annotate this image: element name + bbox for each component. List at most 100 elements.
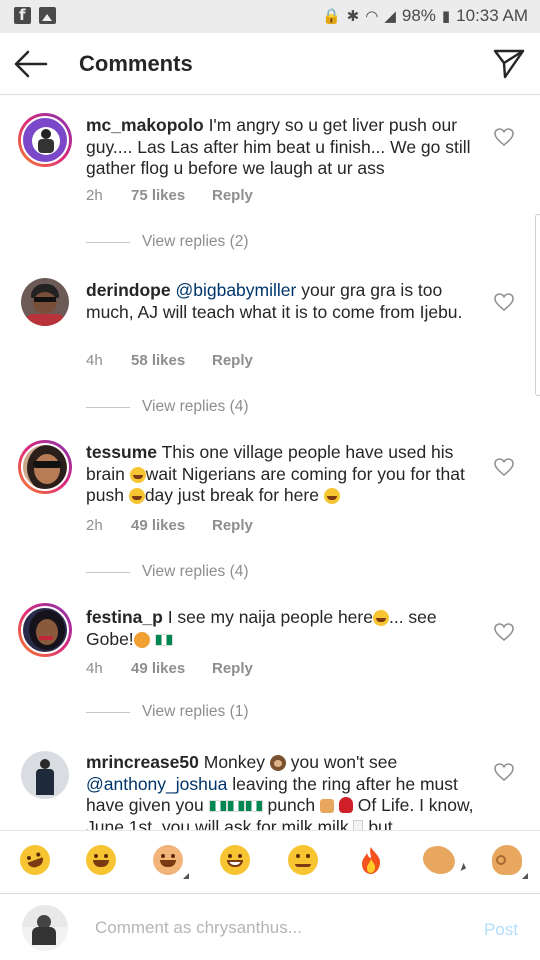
nigeria-flag-icon [226,800,245,812]
wifi-icon: ◠ [365,7,379,25]
avatar[interactable] [18,113,72,167]
reply-button[interactable]: Reply [212,352,253,369]
comment-text: derindope @bigbabymiller your gra gra is… [86,280,486,323]
reply-button[interactable]: Reply [212,660,253,677]
post-button[interactable]: Post [484,920,518,940]
fire-emoji-icon[interactable] [356,845,386,875]
like-heart-icon[interactable] [494,763,514,781]
comment-time: 2h [86,517,103,534]
nigeria-flag-icon [208,800,227,812]
comment-body: punch [267,795,316,815]
angry-face-emoji-icon [133,631,150,648]
nigeria-flag-icon [154,633,173,646]
rolling-laughing-emoji-icon[interactable] [15,840,55,880]
mention-link[interactable]: @bigbabymiller [175,280,296,300]
comment-meta: 4h 58 likes Reply [86,352,253,369]
joy-emoji-icon[interactable] [86,845,116,875]
like-heart-icon[interactable] [494,623,514,641]
comment-likes[interactable]: 49 likes [131,660,212,677]
back-arrow-icon[interactable] [12,47,50,81]
grinning-sweat-emoji-icon[interactable] [153,845,189,879]
woozy-face-emoji-icon[interactable] [288,845,318,875]
comment-body: but [368,816,393,831]
comment-username[interactable]: tessume [86,442,157,462]
variant-indicator [522,873,528,879]
clock: 10:33 AM [456,6,528,25]
bluetooth-icon: ✱ [346,7,360,25]
emoji-quick-bar [0,830,540,893]
scroll-indicator[interactable] [535,214,540,396]
fist-emoji-icon [320,799,335,813]
view-replies-label: View replies (4) [142,563,249,580]
image-notification-icon [39,7,56,24]
replies-divider [86,406,130,408]
beaming-grin-emoji-icon[interactable] [220,845,250,875]
battery-icon: ▮ [441,7,451,25]
avatar[interactable] [21,278,69,326]
variant-indicator [183,873,189,879]
comment-likes[interactable]: 49 likes [131,517,212,534]
reply-button[interactable]: Reply [212,187,253,204]
current-user-avatar [22,905,68,951]
comment-composer: Post [0,893,540,960]
comment-likes[interactable]: 58 likes [131,352,212,369]
grinning-sweat-emoji-icon [323,488,340,504]
comment-input[interactable] [95,918,455,938]
battery-percent: 98% [401,6,436,25]
comment-body: Monkey [203,752,266,772]
comment-username[interactable]: derindope [86,280,171,300]
comment-time: 4h [86,660,103,677]
signal-icon: ◢ [384,7,396,25]
comment-username[interactable]: mrincrease50 [86,752,199,772]
grinning-sweat-emoji-icon [129,466,146,483]
comment-text: mc_makopolo I'm angry so u get liver pus… [86,115,486,180]
reply-button[interactable]: Reply [212,517,253,534]
nigeria-flag-icon [244,800,263,812]
comment-likes[interactable]: 75 likes [131,187,212,204]
view-replies-button[interactable]: View replies (4) [86,398,249,416]
comment-list[interactable]: mc_makopolo I'm angry so u get liver pus… [0,96,540,830]
like-heart-icon[interactable] [494,458,514,476]
comment-meta: 4h 49 likes Reply [86,660,253,677]
view-replies-button[interactable]: View replies (4) [86,563,249,581]
comment-time: 2h [86,187,103,204]
comment-username[interactable]: mc_makopolo [86,115,204,135]
comment-time: 4h [86,352,103,369]
comment-body: day just break for here [144,485,319,505]
status-bar: 🔒 ✱ ◠ ◢ 98% ▮ 10:33 AM [0,0,540,33]
variant-indicator [458,862,467,871]
ok-hand-emoji-icon[interactable] [492,845,528,879]
like-heart-icon[interactable] [494,293,514,311]
comment-meta: 2h 75 likes Reply [86,187,253,204]
view-replies-button[interactable]: View replies (1) [86,703,249,721]
page-title: Comments [79,51,193,76]
comment-body: you won't see [290,752,398,772]
mention-link[interactable]: @anthony_joshua [86,774,227,794]
comment-text: mrincrease50 Monkey you won't see @antho… [86,752,486,830]
comment-meta: 2h 49 likes Reply [86,517,253,534]
avatar[interactable] [18,603,72,657]
milk-carton-emoji-icon [353,819,364,830]
comment-body: I see my naija people here [167,607,373,627]
facebook-notification-icon [14,6,31,24]
view-replies-label: View replies (2) [142,233,249,250]
grinning-sweat-emoji-icon [128,488,145,504]
like-heart-icon[interactable] [494,128,514,146]
replies-divider [86,571,130,573]
boxing-glove-emoji-icon [338,797,353,813]
clapping-hand-emoji-icon[interactable] [419,840,467,880]
lock-icon: 🔒 [321,7,341,25]
grinning-sweat-emoji-icon [372,610,389,626]
view-replies-label: View replies (1) [142,703,249,720]
replies-divider [86,241,130,243]
app-header: Comments [0,33,540,95]
avatar[interactable] [21,751,69,799]
direct-message-icon[interactable] [492,47,526,81]
comment-text: tessume This one village people have use… [86,442,486,507]
replies-divider [86,711,130,713]
view-replies-button[interactable]: View replies (2) [86,233,249,251]
comment-text: festina_p I see my naija people here... … [86,607,486,650]
view-replies-label: View replies (4) [142,398,249,415]
comment-username[interactable]: festina_p [86,607,163,627]
avatar[interactable] [18,440,72,494]
